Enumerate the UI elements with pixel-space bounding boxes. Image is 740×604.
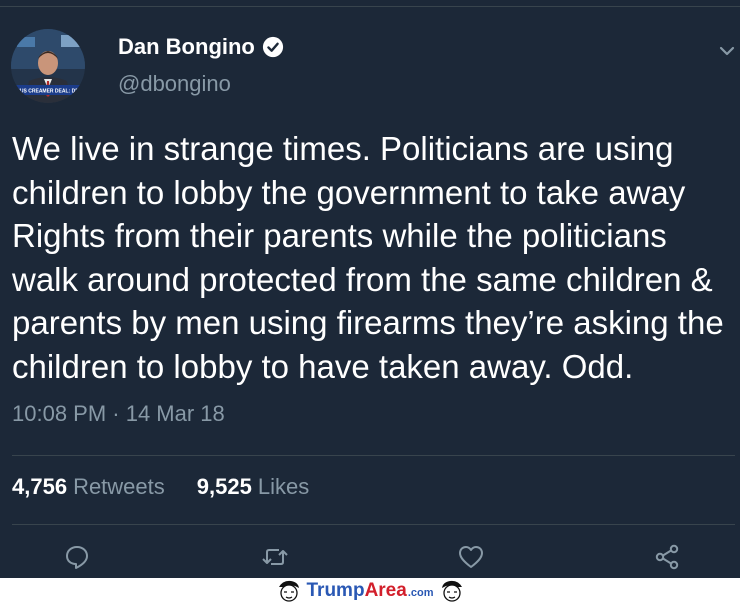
brand-com: .com <box>407 587 434 599</box>
display-name[interactable]: Dan Bongino <box>118 34 255 60</box>
svg-text:TRUS CREAMER DEAL: DEM: TRUS CREAMER DEAL: DEM <box>13 89 82 95</box>
retweets-count: 4,756 <box>12 474 68 499</box>
handle[interactable]: @dbongino <box>118 71 231 97</box>
divider <box>12 455 735 456</box>
avatar[interactable]: TRUS CREAMER DEAL: DEM <box>11 29 85 103</box>
likes-stat[interactable]: 9,525 Likes <box>197 474 309 500</box>
reply-icon[interactable] <box>63 543 91 571</box>
share-icon[interactable] <box>653 543 681 571</box>
tweet-card: TRUS CREAMER DEAL: DEM Dan Bongino @dbon… <box>0 0 740 578</box>
brand-area: Area <box>364 580 407 601</box>
author-name-row[interactable]: Dan Bongino <box>118 34 284 60</box>
retweets-label: Retweets <box>73 474 165 499</box>
chevron-down-icon[interactable] <box>718 42 736 60</box>
watermark: Trump Area .com <box>0 578 740 604</box>
retweet-icon[interactable] <box>261 543 289 571</box>
brand-logo: Trump Area .com <box>307 580 434 602</box>
likes-label: Likes <box>257 474 310 499</box>
tweet-text: We live in strange times. Politicians ar… <box>12 130 724 385</box>
retweets-stat[interactable]: 4,756 Retweets <box>12 474 165 500</box>
top-divider <box>0 6 740 7</box>
divider <box>12 524 735 525</box>
heart-icon[interactable] <box>457 543 485 571</box>
likes-count: 9,525 <box>196 474 252 499</box>
verified-badge-icon <box>262 36 283 58</box>
tweet-timestamp[interactable]: 10:08 PM · 14 Mar 18 <box>12 401 225 427</box>
face-caricature-icon <box>278 580 299 602</box>
avatar-image: TRUS CREAMER DEAL: DEM <box>11 29 85 103</box>
face-caricature-icon <box>441 580 462 602</box>
tweet-stats: 4,756 Retweets 9,525 Likes <box>12 474 309 500</box>
brand-trump: Trump <box>306 580 365 601</box>
